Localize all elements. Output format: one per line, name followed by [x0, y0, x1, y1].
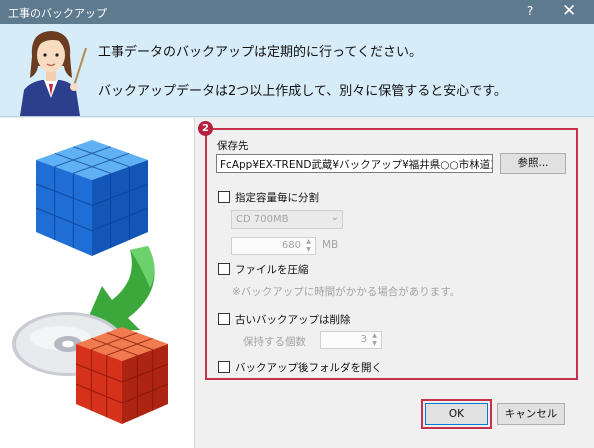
spin-arrows-icon: ▲ ▼ [372, 332, 377, 347]
blue-cube-icon [35, 140, 149, 256]
media-size-value: CD 700MB [236, 214, 289, 225]
media-size-select[interactable]: CD 700MB ⌄ [231, 210, 343, 229]
window-title: 工事のバックアップ [8, 7, 107, 20]
banner-line-1: 工事データのバックアップは定期的に行ってください。 [98, 45, 422, 60]
split-size-value: 680 [281, 240, 301, 251]
red-cube-icon [75, 327, 169, 424]
backup-illustration-graphic [12, 140, 169, 424]
open-folder-checkbox[interactable] [218, 361, 230, 373]
help-button[interactable]: ? [527, 4, 533, 18]
keep-count-stepper[interactable]: 3 ▲ ▼ [320, 331, 382, 349]
split-size-stepper[interactable]: 680 ▲ ▼ [231, 237, 316, 255]
backup-illustration [0, 118, 195, 448]
compress-checkbox[interactable] [218, 263, 230, 275]
info-banner: 工事データのバックアップは定期的に行ってください。 バックアップデータは2つ以上… [0, 24, 594, 117]
split-size-unit: MB [322, 239, 339, 251]
save-to-label: 保存先 [217, 140, 249, 152]
title-bar: 工事のバックアップ ? ✕ [0, 0, 594, 24]
compress-label: ファイルを圧縮 [235, 264, 309, 276]
close-button[interactable]: ✕ [562, 1, 576, 21]
split-label: 指定容量毎に分割 [235, 192, 319, 204]
banner-line-2: バックアップデータは2つ以上作成して、別々に保管すると安心です。 [98, 84, 507, 99]
callout-badge: 2 [198, 121, 213, 136]
cancel-button[interactable]: キャンセル [497, 403, 565, 425]
keep-count-label: 保持する個数 [243, 336, 306, 348]
instructor-avatar-icon [20, 31, 87, 116]
open-folder-label: バックアップ後フォルダを開く [235, 362, 382, 374]
save-path-input[interactable]: FcApp¥EX-TREND武蔵¥バックアップ¥福井県○○市林道工事 [216, 154, 493, 173]
ok-button[interactable]: OK [425, 403, 488, 425]
spin-arrows-icon: ▲ ▼ [306, 238, 311, 253]
browse-button[interactable]: 参照... [500, 153, 566, 174]
delete-old-label: 古いバックアップは削除 [235, 314, 351, 326]
compress-note: ※バックアップに時間がかかる場合があります。 [232, 286, 461, 298]
keep-count-value: 3 [360, 334, 367, 345]
chevron-down-icon: ⌄ [330, 212, 339, 223]
delete-old-checkbox[interactable] [218, 313, 230, 325]
split-checkbox[interactable] [218, 191, 230, 203]
